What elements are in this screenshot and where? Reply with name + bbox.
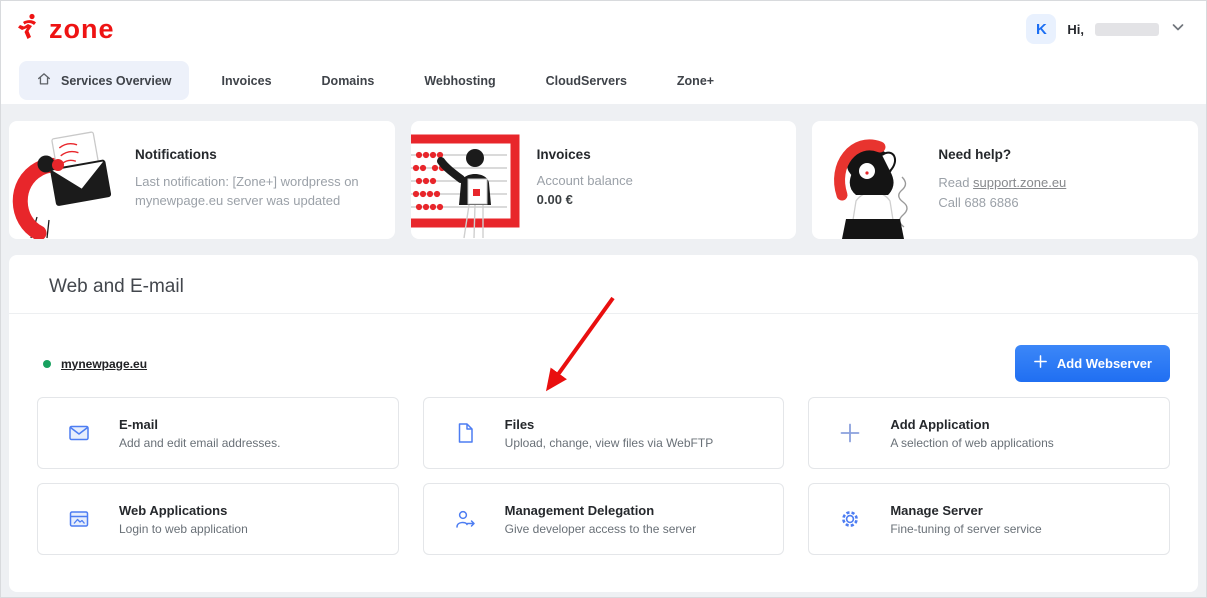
header: zone K Hi, (1, 1, 1206, 57)
home-icon (36, 71, 52, 90)
tab-label: Webhosting (424, 73, 496, 88)
invoices-card[interactable]: Invoices Account balance 0.00 € (410, 121, 797, 239)
web-applications-card-text: Web Applications Login to web applicatio… (119, 503, 248, 536)
email-card[interactable]: E-mail Add and edit email addresses. (37, 397, 399, 469)
help-call-line: Call 688 6886 (938, 194, 1019, 210)
web-applications-desc: Login to web application (119, 521, 248, 536)
plus-icon (840, 423, 860, 443)
management-delegation-card-text: Management Delegation Give developer acc… (505, 503, 696, 536)
tab-label: Domains (321, 73, 375, 88)
add-webserver-button[interactable]: Add Webserver (1014, 345, 1170, 382)
management-delegation-desc: Give developer access to the server (504, 521, 697, 536)
help-text: Need help? Read support.zone.eu Call 688… (932, 121, 1082, 239)
greeting-label: Hi, (1067, 21, 1084, 37)
logo-text: zone (49, 13, 115, 44)
files-desc: Upload, change, view files via WebFTP (504, 435, 714, 450)
tab-webhosting[interactable]: Webhosting (407, 64, 512, 98)
manage-server-card[interactable]: Manage Server Fine-tuning of server serv… (808, 483, 1170, 555)
management-delegation-title: Management Delegation (504, 502, 655, 518)
notifications-title: Notifications (135, 147, 217, 162)
help-illustration (812, 121, 932, 239)
zone-logo[interactable]: zone (15, 13, 115, 45)
section-title: Web and E-mail (9, 255, 1198, 314)
balance-label: Account balance (536, 173, 633, 188)
status-dot (43, 359, 51, 368)
tab-cloudservers[interactable]: CloudServers (529, 64, 644, 98)
add-application-card-text: Add Application A selection of web appli… (890, 417, 1053, 450)
add-application-card[interactable]: Add Application A selection of web appli… (808, 397, 1170, 469)
support-link[interactable]: support.zone.eu (973, 175, 1066, 190)
notifications-illustration (9, 121, 129, 239)
server-link[interactable]: mynewpage.eu (61, 357, 147, 371)
server-row: mynewpage.eu Add Webserver (43, 345, 1170, 382)
file-icon (458, 423, 473, 443)
running-person-icon (15, 13, 42, 45)
email-icon (69, 425, 89, 441)
manage-server-desc: Fine-tuning of server service (890, 521, 1042, 536)
tab-services-overview[interactable]: Services Overview (19, 61, 189, 100)
user-menu[interactable]: K Hi, (1026, 14, 1186, 44)
avatar[interactable]: K (1026, 14, 1057, 44)
email-desc: Add and edit email addresses. (119, 435, 281, 450)
tab-zone-plus[interactable]: Zone+ (660, 64, 731, 98)
add-application-desc: A selection of web applications (890, 435, 1054, 450)
add-webserver-label: Add Webserver (1056, 355, 1152, 371)
tab-label: Invoices (221, 73, 272, 88)
notifications-card[interactable]: Notifications Last notification: [Zone+]… (9, 121, 395, 239)
help-title: Need help? (938, 147, 1012, 162)
manage-server-card-text: Manage Server Fine-tuning of server serv… (890, 503, 1041, 536)
files-title: Files (504, 416, 535, 432)
management-delegation-card[interactable]: Management Delegation Give developer acc… (422, 483, 785, 555)
topbar: zone K Hi, Services Overview Invoices Do… (1, 1, 1206, 104)
username-redacted (1095, 22, 1159, 36)
notifications-text: Notifications Last notification: [Zone+]… (129, 121, 395, 239)
balance-value: 0.00 € (536, 192, 573, 207)
web-applications-title: Web Applications (119, 502, 228, 518)
web-applications-icon (69, 511, 89, 527)
main-nav: Services Overview Invoices Domains Webho… (1, 57, 1206, 104)
notifications-desc: Last notification: [Zone+] wordpress on … (135, 174, 359, 208)
files-card[interactable]: Files Upload, change, view files via Web… (422, 397, 785, 469)
services-overview-page: zone K Hi, Services Overview Invoices Do… (0, 0, 1207, 598)
server-status: mynewpage.eu (43, 357, 147, 371)
tab-invoices[interactable]: Invoices (205, 64, 289, 98)
invoices-illustration (410, 121, 531, 239)
need-help-card[interactable]: Need help? Read support.zone.eu Call 688… (812, 121, 1199, 239)
files-card-text: Files Upload, change, view files via Web… (505, 417, 714, 450)
help-read-line: Read support.zone.eu (938, 173, 1066, 193)
tool-card-grid: E-mail Add and edit email addresses. Fil… (37, 397, 1170, 555)
web-email-panel: Web and E-mail mynewpage.eu Add Webserve… (9, 255, 1198, 592)
tab-label: Zone+ (676, 73, 715, 88)
tab-label: Services Overview (61, 73, 172, 88)
email-card-text: E-mail Add and edit email addresses. (119, 417, 280, 450)
email-title: E-mail (119, 416, 159, 432)
tab-domains[interactable]: Domains (305, 64, 392, 98)
manage-server-title: Manage Server (890, 502, 983, 518)
info-cards-row: Notifications Last notification: [Zone+]… (1, 104, 1206, 239)
chevron-down-icon[interactable] (1170, 19, 1186, 40)
invoices-text: Invoices Account balance 0.00 € (531, 121, 649, 239)
tab-label: CloudServers (545, 73, 627, 88)
web-applications-card[interactable]: Web Applications Login to web applicatio… (37, 483, 399, 555)
plus-icon (1033, 354, 1048, 372)
invoices-title: Invoices (536, 147, 591, 162)
add-application-title: Add Application (890, 416, 990, 432)
delegation-icon (455, 510, 475, 528)
gear-icon (842, 511, 859, 527)
read-prefix: Read (938, 175, 974, 190)
